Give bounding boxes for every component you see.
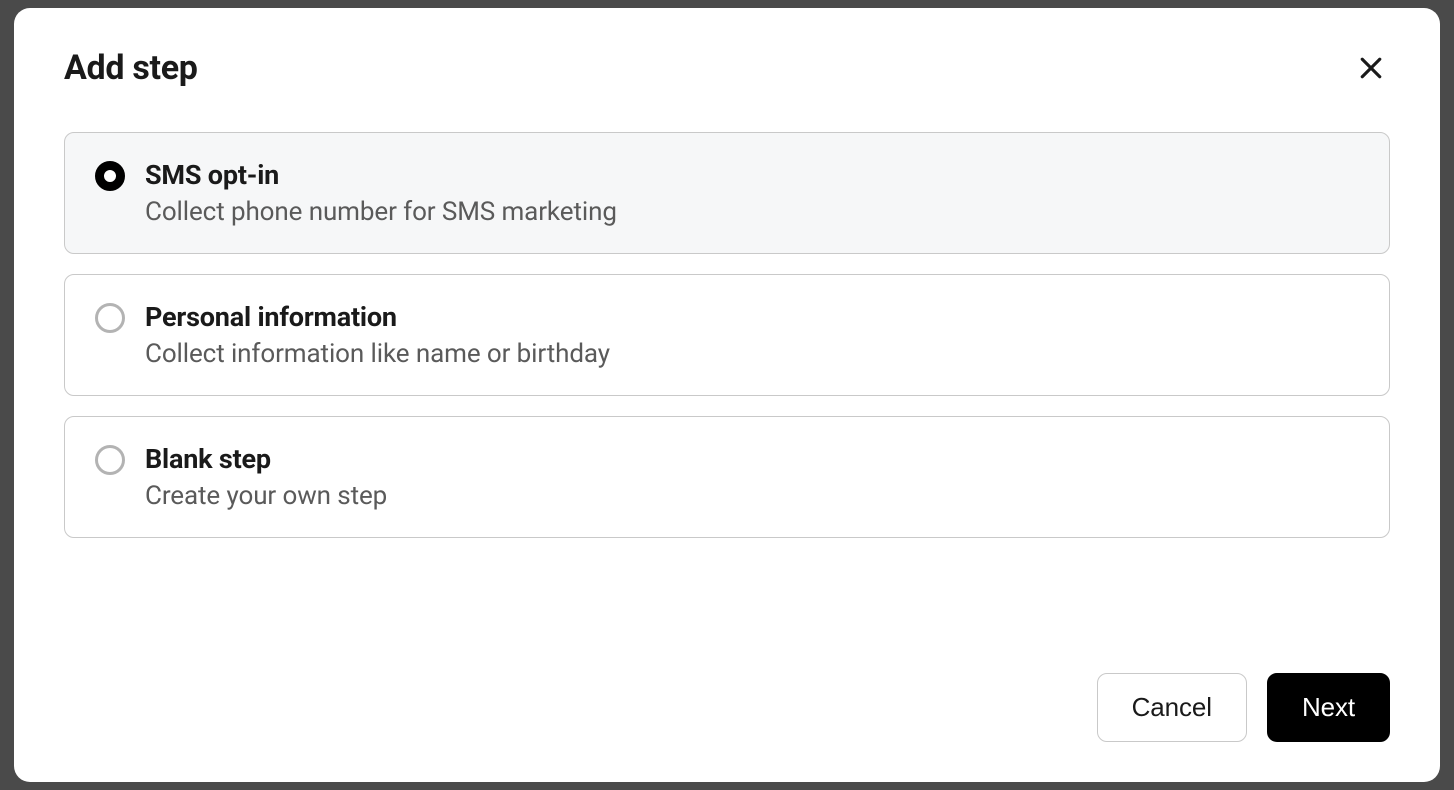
radio-checked-icon	[95, 161, 125, 191]
option-description: Collect information like name or birthda…	[145, 339, 610, 369]
option-personal-information[interactable]: Personal information Collect information…	[64, 274, 1390, 396]
option-title: SMS opt-in	[145, 159, 617, 191]
option-description: Collect phone number for SMS marketing	[145, 197, 617, 227]
modal-title: Add step	[64, 48, 198, 88]
next-button[interactable]: Next	[1267, 673, 1390, 742]
cancel-button[interactable]: Cancel	[1097, 673, 1247, 742]
option-text: Personal information Collect information…	[145, 301, 610, 369]
option-text: SMS opt-in Collect phone number for SMS …	[145, 159, 617, 227]
close-button[interactable]	[1352, 49, 1390, 87]
option-sms-opt-in[interactable]: SMS opt-in Collect phone number for SMS …	[64, 132, 1390, 254]
option-blank-step[interactable]: Blank step Create your own step	[64, 416, 1390, 538]
radio-unchecked-icon	[95, 445, 125, 475]
modal-header: Add step	[64, 48, 1390, 88]
close-icon	[1356, 53, 1386, 83]
option-text: Blank step Create your own step	[145, 443, 387, 511]
step-options: SMS opt-in Collect phone number for SMS …	[64, 132, 1390, 633]
add-step-modal: Add step SMS opt-in Collect phone number…	[14, 8, 1440, 782]
option-title: Personal information	[145, 301, 610, 333]
option-description: Create your own step	[145, 481, 387, 511]
option-title: Blank step	[145, 443, 387, 475]
radio-unchecked-icon	[95, 303, 125, 333]
modal-footer: Cancel Next	[64, 673, 1390, 742]
